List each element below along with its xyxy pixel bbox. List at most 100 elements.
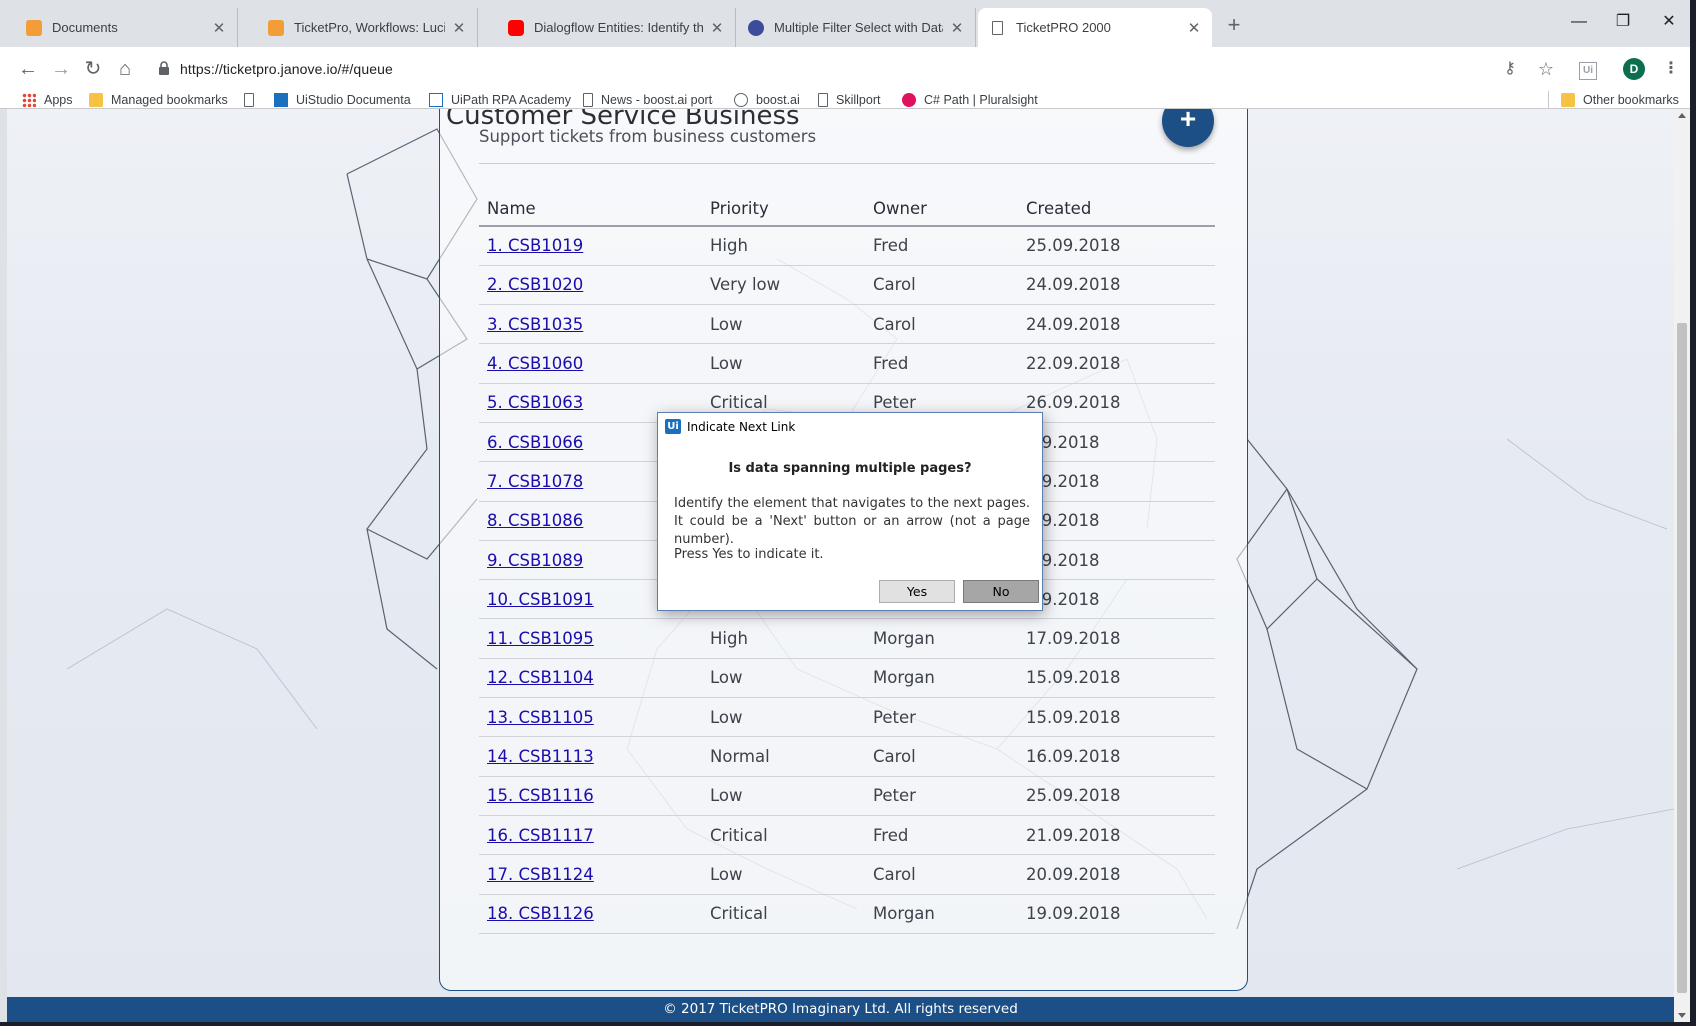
bookmark-uistudio[interactable]: UiStudio Documenta bbox=[274, 91, 411, 108]
table-row: 15. CSB1116 Low Peter 25.09.2018 bbox=[479, 776, 1215, 816]
priority-cell: High bbox=[702, 618, 865, 659]
tab-multiple-filter[interactable]: Multiple Filter Select with Databa ✕ bbox=[736, 8, 976, 47]
tab-ticketpro[interactable]: TicketPRO 2000 ✕ bbox=[978, 8, 1212, 47]
taskbar-edge bbox=[0, 1022, 1696, 1026]
column-header-priority[interactable]: Priority bbox=[702, 191, 865, 227]
key-icon[interactable]: ⚷ bbox=[1496, 55, 1524, 83]
ticket-link[interactable]: 7. CSB1078 bbox=[487, 472, 583, 491]
owner-cell: Peter bbox=[865, 697, 1018, 738]
bookmark-label: C# Path | Pluralsight bbox=[924, 92, 1038, 107]
tab-lucidchart[interactable]: TicketPro, Workflows: Lucidchart ✕ bbox=[256, 8, 478, 47]
profile-avatar[interactable]: D bbox=[1623, 58, 1645, 80]
ticket-link[interactable]: 16. CSB1117 bbox=[487, 826, 594, 845]
tab-dialogflow[interactable]: Dialogflow Entities: Identify thing ✕ bbox=[496, 8, 736, 47]
column-header-owner[interactable]: Owner bbox=[865, 191, 1018, 227]
ticket-link[interactable]: 14. CSB1113 bbox=[487, 747, 594, 766]
ticket-link[interactable]: 1. CSB1019 bbox=[487, 236, 583, 255]
boost-icon bbox=[734, 92, 748, 107]
created-cell: 22.09.2018 bbox=[1018, 343, 1215, 384]
ticket-link[interactable]: 4. CSB1060 bbox=[487, 354, 583, 373]
owner-cell: Morgan bbox=[865, 658, 1018, 699]
new-tab-button[interactable]: + bbox=[1222, 14, 1246, 38]
close-icon[interactable]: ✕ bbox=[1186, 19, 1202, 37]
table-header-row: Name Priority Owner Created bbox=[479, 191, 1215, 227]
ticket-name-cell: 3. CSB1035 bbox=[479, 304, 702, 345]
ticket-link[interactable]: 2. CSB1020 bbox=[487, 275, 583, 294]
back-arrow-icon[interactable]: ← bbox=[14, 55, 42, 83]
column-header-created[interactable]: Created bbox=[1018, 191, 1215, 227]
close-icon[interactable]: ✕ bbox=[211, 19, 227, 37]
ticket-link[interactable]: 11. CSB1095 bbox=[487, 629, 594, 648]
bookmark-other[interactable]: Other bookmarks bbox=[1561, 91, 1679, 108]
bookmark-label: News - boost.ai porta bbox=[601, 92, 713, 107]
forward-arrow-icon[interactable]: → bbox=[47, 55, 75, 83]
page-icon bbox=[818, 92, 828, 107]
page-icon bbox=[583, 92, 593, 107]
created-cell: 25.09.2018 bbox=[1018, 226, 1215, 266]
no-button[interactable]: No bbox=[963, 580, 1039, 603]
ticket-link[interactable]: 17. CSB1124 bbox=[487, 865, 594, 884]
scroll-up-arrow-icon[interactable] bbox=[1678, 113, 1686, 118]
bookmark-boost[interactable]: boost.ai bbox=[734, 91, 800, 108]
close-icon[interactable]: ✕ bbox=[709, 19, 725, 37]
star-icon[interactable]: ☆ bbox=[1532, 55, 1560, 83]
close-window-button[interactable]: ✕ bbox=[1646, 8, 1692, 36]
owner-cell: Morgan bbox=[865, 618, 1018, 659]
ticket-link[interactable]: 15. CSB1116 bbox=[487, 786, 594, 805]
created-cell: .09.2018 bbox=[1018, 501, 1215, 541]
ticket-link[interactable]: 18. CSB1126 bbox=[487, 904, 594, 923]
bookmark-apps[interactable]: Apps bbox=[22, 91, 73, 108]
priority-cell: Low bbox=[702, 854, 865, 895]
table-row: 18. CSB1126 Critical Morgan 19.09.2018 bbox=[479, 894, 1215, 934]
ticket-name-cell: 18. CSB1126 bbox=[479, 894, 702, 934]
owner-cell: Fred bbox=[865, 815, 1018, 856]
restore-button[interactable]: ❐ bbox=[1600, 8, 1646, 36]
column-header-name[interactable]: Name bbox=[479, 191, 702, 227]
bookmark-pluralsight[interactable]: C# Path | Pluralsight bbox=[902, 91, 1038, 108]
tab-title: TicketPro, Workflows: Lucidchart bbox=[294, 20, 445, 35]
created-cell: 25.09.2018 bbox=[1018, 776, 1215, 816]
bookmark-managed[interactable]: Managed bookmarks bbox=[89, 91, 228, 108]
browser-toolbar: ← → ↻ ⌂ https://ticketpro.janove.io/#/qu… bbox=[0, 47, 1696, 91]
ticket-link[interactable]: 9. CSB1089 bbox=[487, 551, 583, 570]
uipath-icon bbox=[429, 92, 443, 107]
ticket-link[interactable]: 6. CSB1066 bbox=[487, 433, 583, 452]
owner-cell: Carol bbox=[865, 265, 1018, 306]
dialog-title-bar[interactable]: Ui Indicate Next Link bbox=[658, 413, 1042, 440]
scroll-thumb[interactable] bbox=[1677, 323, 1687, 993]
bookmark-boost-news[interactable]: News - boost.ai porta bbox=[583, 91, 713, 108]
close-icon[interactable]: ✕ bbox=[949, 19, 965, 37]
priority-cell: Low bbox=[702, 697, 865, 738]
table-row: 13. CSB1105 Low Peter 15.09.2018 bbox=[479, 697, 1215, 738]
bookmark-uipath-academy[interactable]: UiPath RPA Academy bbox=[429, 91, 571, 108]
page-scrollbar[interactable] bbox=[1674, 109, 1690, 1022]
minimize-button[interactable]: — bbox=[1556, 8, 1602, 36]
created-cell: 19.09.2018 bbox=[1018, 894, 1215, 934]
tab-documents[interactable]: Documents ✕ bbox=[14, 8, 238, 47]
uipath-extension-icon[interactable]: Ui bbox=[1574, 55, 1602, 83]
home-icon[interactable]: ⌂ bbox=[111, 55, 139, 83]
ticket-name-cell: 11. CSB1095 bbox=[479, 618, 702, 659]
address-bar[interactable]: https://ticketpro.janove.io/#/queue bbox=[150, 53, 1540, 85]
bookmark-page[interactable] bbox=[244, 91, 262, 108]
created-cell: 21.09.2018 bbox=[1018, 815, 1215, 856]
scroll-down-arrow-icon[interactable] bbox=[1678, 1013, 1686, 1018]
bookmark-label: UiPath RPA Academy bbox=[451, 92, 571, 107]
ticket-link[interactable]: 5. CSB1063 bbox=[487, 393, 583, 412]
ticket-link[interactable]: 13. CSB1105 bbox=[487, 708, 594, 727]
reload-icon[interactable]: ↻ bbox=[79, 55, 107, 83]
yes-button[interactable]: Yes bbox=[879, 580, 955, 603]
ticket-link[interactable]: 10. CSB1091 bbox=[487, 590, 594, 609]
created-cell: .09.2018 bbox=[1018, 422, 1215, 463]
table-row: 12. CSB1104 Low Morgan 15.09.2018 bbox=[479, 658, 1215, 699]
ticket-link[interactable]: 12. CSB1104 bbox=[487, 668, 594, 687]
ticket-link[interactable]: 3. CSB1035 bbox=[487, 315, 583, 334]
more-menu-icon[interactable]: ⋮ bbox=[1657, 55, 1685, 83]
ticket-link[interactable]: 8. CSB1086 bbox=[487, 511, 583, 530]
table-row: 17. CSB1124 Low Carol 20.09.2018 bbox=[479, 854, 1215, 895]
table-row: 1. CSB1019 High Fred 25.09.2018 bbox=[479, 226, 1215, 266]
ticket-name-cell: 13. CSB1105 bbox=[479, 697, 702, 738]
bookmark-skillport[interactable]: Skillport bbox=[818, 91, 880, 108]
close-icon[interactable]: ✕ bbox=[451, 19, 467, 37]
tab-title: TicketPRO 2000 bbox=[1016, 20, 1111, 35]
